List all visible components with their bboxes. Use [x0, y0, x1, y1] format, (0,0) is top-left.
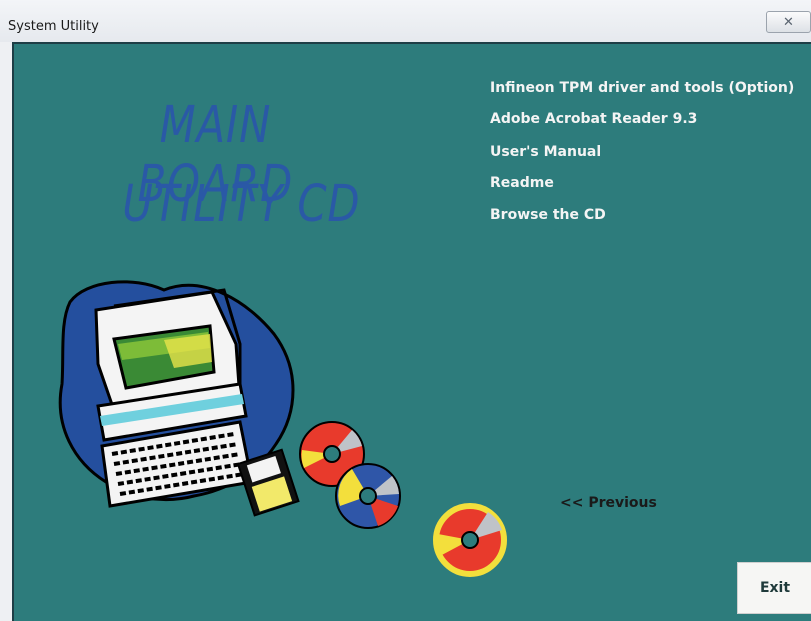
system-utility-window: System Utility ✕ MAIN BOARD UTILITY CD I…: [0, 0, 811, 621]
cd-disc-icon-3: [433, 503, 507, 577]
exit-button[interactable]: Exit: [737, 562, 811, 614]
cd-disc-icon-2: [335, 463, 401, 529]
main-panel: MAIN BOARD UTILITY CD Infineon TPM drive…: [12, 42, 811, 621]
computer-illustration: [58, 280, 507, 577]
title-bar: System Utility ✕: [0, 0, 811, 42]
close-button[interactable]: ✕: [766, 11, 811, 33]
close-icon: ✕: [783, 14, 794, 30]
previous-link[interactable]: << Previous: [560, 495, 657, 511]
window-title: System Utility: [8, 19, 99, 34]
